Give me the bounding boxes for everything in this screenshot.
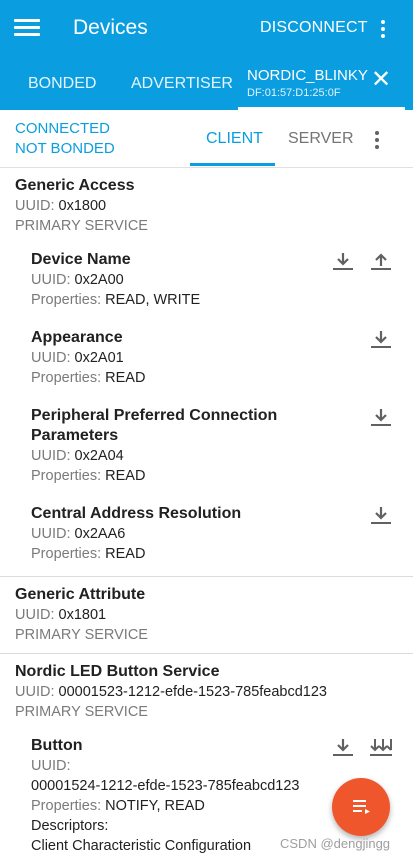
characteristic-uuid: 00001524-1212-efde-1523-785feabcd123	[31, 778, 300, 794]
characteristic-name: Appearance	[31, 329, 123, 346]
device-address: DF:01:57:D1:25:0F	[247, 87, 341, 99]
service-uuid: 00001523-1212-efde-1523-785feabcd123	[58, 684, 327, 700]
read-download-icon[interactable]	[369, 328, 393, 350]
overflow-menu-icon[interactable]	[378, 18, 388, 40]
characteristic-device-name[interactable]: Device Name UUID: 0x2A00 Properties: REA…	[0, 236, 413, 314]
characteristic-properties: NOTIFY, READ	[105, 798, 205, 814]
uuid-label: UUID:	[15, 684, 55, 700]
write-upload-icon[interactable]	[369, 250, 393, 272]
log-fab-button[interactable]	[332, 778, 390, 836]
characteristic-preferred-connection-parameters[interactable]: Peripheral Preferred Connection Paramete…	[0, 392, 413, 490]
service-type: PRIMARY SERVICE	[15, 627, 148, 643]
uuid-label: UUID:	[31, 758, 71, 774]
characteristic-properties: READ	[105, 370, 146, 386]
close-icon[interactable]: ✕	[371, 68, 391, 92]
tab-bar: BONDED ADVERTISER NORDIC_BLINKY DF:01:57…	[0, 58, 413, 110]
status-overflow-icon[interactable]	[372, 129, 382, 151]
characteristic-properties: READ	[105, 546, 146, 562]
service-generic-attribute[interactable]: Generic Attribute UUID: 0x1801 PRIMARY S…	[0, 577, 413, 654]
read-download-icon[interactable]	[331, 736, 355, 758]
properties-label: Properties:	[31, 292, 102, 308]
characteristic-name: Button	[31, 737, 83, 754]
characteristic-properties: READ, WRITE	[105, 292, 201, 308]
uuid-label: UUID:	[31, 448, 71, 464]
service-type: PRIMARY SERVICE	[15, 218, 148, 234]
tab-server[interactable]: SERVER	[288, 130, 354, 148]
characteristic-uuid: 0x2A00	[74, 272, 124, 288]
uuid-label: UUID:	[31, 350, 71, 366]
watermark: CSDN @dengjingg	[280, 836, 391, 851]
app-bar: Devices DISCONNECT	[0, 0, 413, 58]
characteristic-uuid: 0x2A04	[74, 448, 124, 464]
uuid-label: UUID:	[15, 198, 55, 214]
service-generic-access[interactable]: Generic Access UUID: 0x1800 PRIMARY SERV…	[0, 168, 413, 577]
connection-status-bar: CONNECTED NOT BONDED CLIENT SERVER	[0, 110, 413, 168]
uuid-label: UUID:	[15, 607, 55, 623]
service-uuid: 0x1800	[58, 198, 107, 214]
notify-subscribe-icon[interactable]	[369, 736, 393, 758]
service-name: Generic Access	[15, 177, 135, 194]
tab-bonded[interactable]: BONDED	[28, 75, 96, 93]
device-name: NORDIC_BLINKY	[247, 67, 368, 84]
menu-icon[interactable]	[14, 16, 40, 42]
properties-label: Properties:	[31, 468, 102, 484]
characteristic-properties: READ	[105, 468, 146, 484]
connection-status: CONNECTED	[15, 120, 111, 137]
services-list[interactable]: Generic Access UUID: 0x1800 PRIMARY SERV…	[0, 168, 413, 863]
descriptors-label: Descriptors:	[31, 818, 109, 834]
read-download-icon[interactable]	[369, 406, 393, 428]
characteristic-appearance[interactable]: Appearance UUID: 0x2A01 Properties: READ	[0, 314, 413, 392]
bond-status: NOT BONDED	[15, 140, 115, 157]
characteristic-name: Central Address Resolution	[31, 505, 242, 522]
read-download-icon[interactable]	[369, 504, 393, 526]
service-name: Generic Attribute	[15, 586, 146, 603]
uuid-label: UUID:	[31, 526, 71, 542]
properties-label: Properties:	[31, 798, 102, 814]
tab-advertiser[interactable]: ADVERTISER	[131, 75, 233, 93]
tab-client[interactable]: CLIENT	[206, 130, 263, 148]
service-name: Nordic LED Button Service	[15, 663, 220, 680]
characteristic-uuid: 0x2AA6	[74, 526, 126, 542]
uuid-label: UUID:	[31, 272, 71, 288]
log-list-icon	[353, 800, 370, 814]
characteristic-name: Device Name	[31, 251, 131, 268]
disconnect-button[interactable]: DISCONNECT	[260, 19, 368, 37]
read-download-icon[interactable]	[331, 250, 355, 272]
tab-device[interactable]: NORDIC_BLINKY DF:01:57:D1:25:0F ✕	[238, 58, 410, 110]
characteristic-central-address-resolution[interactable]: Central Address Resolution UUID: 0x2AA6 …	[0, 490, 413, 576]
page-title: Devices	[73, 16, 148, 39]
service-type: PRIMARY SERVICE	[15, 704, 148, 720]
client-tab-indicator	[190, 163, 275, 166]
properties-label: Properties:	[31, 370, 102, 386]
properties-label: Properties:	[31, 546, 102, 562]
service-uuid: 0x1801	[58, 607, 107, 623]
characteristic-name: Peripheral Preferred Connection Paramete…	[31, 407, 278, 444]
characteristic-uuid: 0x2A01	[74, 350, 124, 366]
